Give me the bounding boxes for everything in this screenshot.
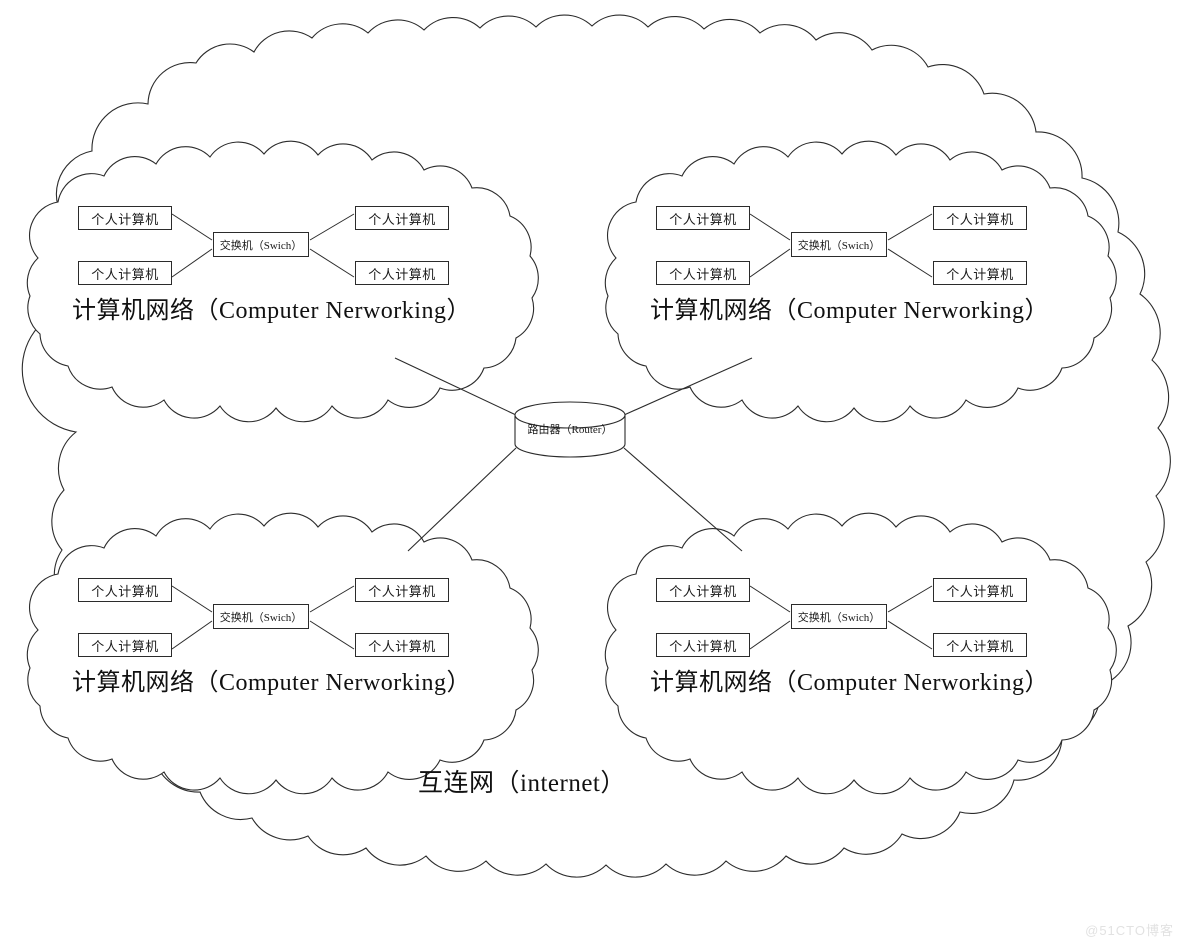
switch-node[interactable]: 交换机（Swich） xyxy=(791,604,887,629)
router-label: 路由器（Router） xyxy=(527,424,613,436)
pc-node[interactable]: 个人计算机 xyxy=(933,578,1027,602)
diagram-canvas: 个人计算机 个人计算机 交换机（Swich） 个人计算机 个人计算机 计算机网络… xyxy=(0,0,1184,947)
network-caption-top-right: 计算机网络（Computer Nerworking） xyxy=(650,298,1049,324)
pc-node[interactable]: 个人计算机 xyxy=(355,578,449,602)
switch-node[interactable]: 交换机（Swich） xyxy=(213,232,309,257)
pc-node[interactable]: 个人计算机 xyxy=(78,633,172,657)
switch-node[interactable]: 交换机（Swich） xyxy=(213,604,309,629)
internet-label: 互连网（internet） xyxy=(418,770,626,797)
pc-node[interactable]: 个人计算机 xyxy=(355,633,449,657)
pc-node[interactable]: 个人计算机 xyxy=(933,633,1027,657)
pc-node[interactable]: 个人计算机 xyxy=(656,578,750,602)
pc-node[interactable]: 个人计算机 xyxy=(355,261,449,285)
pc-node[interactable]: 个人计算机 xyxy=(78,206,172,230)
diagram-vector-layer xyxy=(21,14,1171,878)
network-caption-bottom-left: 计算机网络（Computer Nerworking） xyxy=(72,670,471,696)
pc-node[interactable]: 个人计算机 xyxy=(656,261,750,285)
watermark: @51CTO博客 xyxy=(1085,923,1174,938)
pc-node[interactable]: 个人计算机 xyxy=(933,261,1027,285)
pc-node[interactable]: 个人计算机 xyxy=(933,206,1027,230)
pc-node[interactable]: 个人计算机 xyxy=(78,578,172,602)
switch-node[interactable]: 交换机（Swich） xyxy=(791,232,887,257)
pc-node[interactable]: 个人计算机 xyxy=(656,206,750,230)
network-caption-bottom-right: 计算机网络（Computer Nerworking） xyxy=(650,670,1049,696)
pc-node[interactable]: 个人计算机 xyxy=(656,633,750,657)
network-caption-top-left: 计算机网络（Computer Nerworking） xyxy=(72,298,471,324)
pc-node[interactable]: 个人计算机 xyxy=(78,261,172,285)
pc-node[interactable]: 个人计算机 xyxy=(355,206,449,230)
